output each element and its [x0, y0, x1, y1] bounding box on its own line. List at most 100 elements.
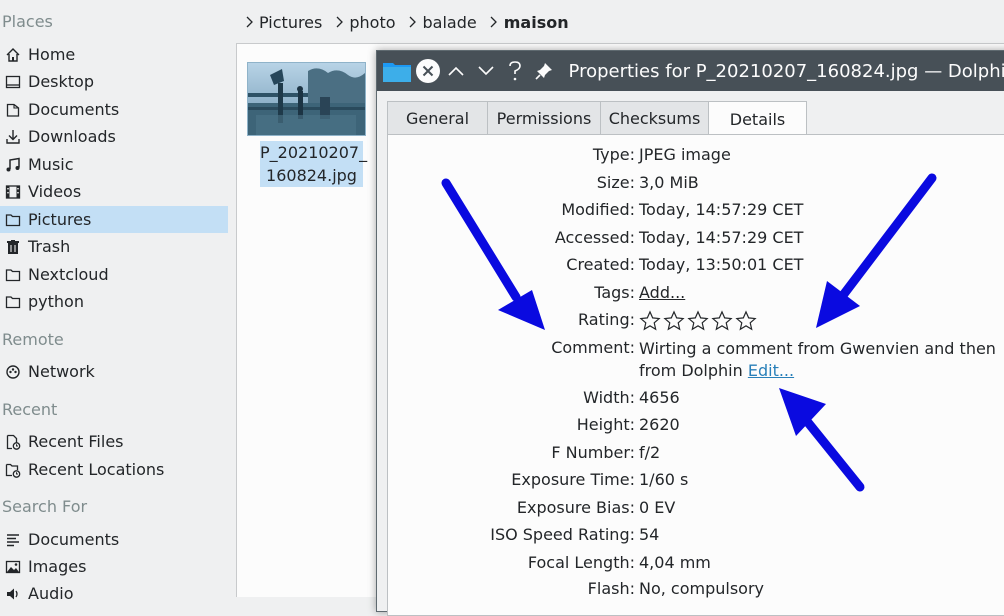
sidebar-item-label: Images — [28, 557, 87, 576]
sidebar-item-network[interactable]: Network — [0, 358, 228, 385]
property-label: Tags: — [594, 283, 635, 302]
property-value: Today, 13:50:01 CET — [639, 255, 804, 274]
file-name-label[interactable]: P_20210207_ 160824.jpg — [260, 141, 367, 187]
property-value: 3,0 MiB — [639, 173, 699, 192]
edit-comment-link[interactable]: Edit... — [748, 361, 794, 380]
places-panel: Places Home Desktop Documents Downloads … — [0, 0, 236, 603]
sidebar-item-label: Pictures — [28, 210, 92, 229]
property-label: Accessed: — [554, 228, 635, 247]
breadcrumb-item-pictures[interactable]: Pictures — [259, 13, 322, 32]
sidebar-item-videos[interactable]: Videos — [0, 178, 228, 205]
sidebar-item-desktop[interactable]: Desktop — [0, 68, 228, 95]
text-document-icon — [5, 532, 21, 548]
property-label: Exposure Time: — [511, 470, 635, 489]
recent-section-title: Recent — [2, 400, 58, 419]
sidebar-item-home[interactable]: Home — [0, 41, 228, 68]
sidebar-item-label: Documents — [28, 100, 120, 119]
property-row-flash: Flash: No, compulsory — [376, 579, 1004, 603]
sidebar-item-music[interactable]: Music — [0, 151, 228, 178]
sidebar-item-label: Home — [28, 45, 76, 64]
property-row-fnumber: F Number: f/2 — [376, 443, 1004, 467]
property-row-type: Type: JPEG image — [376, 145, 1004, 169]
sidebar-item-search-images[interactable]: Images — [0, 553, 228, 580]
sidebar-item-label: Recent Files — [28, 432, 124, 451]
sidebar-item-label: Documents — [28, 530, 120, 549]
sidebar-item-python[interactable]: python — [0, 288, 228, 315]
property-label: Focal Length: — [527, 553, 635, 572]
property-row-exposure-bias: Exposure Bias: 0 EV — [376, 498, 1004, 522]
property-value: 2620 — [639, 415, 680, 434]
property-row-rating: Rating: — [376, 310, 1004, 334]
property-value: 1/60 s — [639, 470, 689, 489]
add-tags-link[interactable]: Add... — [639, 283, 685, 302]
sidebar-item-label: Audio — [28, 584, 74, 603]
places-section-title: Places — [2, 12, 53, 31]
property-row-created: Created: Today, 13:50:01 CET — [376, 255, 1004, 279]
property-value: Wirting a comment from Gwenvien and then… — [639, 338, 996, 382]
property-value: 0 EV — [639, 498, 676, 517]
star-icon[interactable] — [639, 310, 661, 332]
property-label: Size: — [596, 173, 635, 192]
property-label: Flash: — [587, 579, 635, 598]
sidebar-item-downloads[interactable]: Downloads — [0, 123, 228, 150]
sidebar-item-label: Network — [28, 362, 95, 381]
videos-icon — [5, 184, 21, 200]
property-row-focal-length: Focal Length: 4,04 mm — [376, 553, 1004, 577]
chevron-right-icon — [240, 8, 257, 36]
downloads-icon — [5, 129, 21, 145]
property-value: 4656 — [639, 388, 680, 407]
music-icon — [5, 157, 21, 173]
properties-list: Type: JPEG image Size: 3,0 MiB Modified:… — [376, 0, 1004, 598]
sidebar-item-search-audio[interactable]: Audio — [0, 580, 228, 607]
sidebar-item-trash[interactable]: Trash — [0, 233, 228, 260]
property-label: Modified: — [561, 200, 635, 219]
sidebar-item-label: python — [28, 292, 84, 311]
property-row-size: Size: 3,0 MiB — [376, 173, 1004, 197]
sidebar-item-label: Nextcloud — [28, 265, 109, 284]
star-icon[interactable] — [663, 310, 685, 332]
comment-text-line: from Dolphin — [639, 361, 743, 380]
star-icon[interactable] — [711, 310, 733, 332]
property-row-iso: ISO Speed Rating: 54 — [376, 525, 1004, 549]
property-value: JPEG image — [639, 145, 731, 164]
documents-icon — [5, 102, 21, 118]
folder-icon — [5, 294, 21, 310]
file-name-line: 160824.jpg — [266, 166, 357, 185]
property-row-exposure-time: Exposure Time: 1/60 s — [376, 470, 1004, 494]
sidebar-item-recent-locations[interactable]: Recent Locations — [0, 456, 228, 483]
star-icon[interactable] — [735, 310, 757, 332]
property-value: Today, 14:57:29 CET — [639, 228, 804, 247]
property-row-tags: Tags: Add... — [376, 283, 1004, 307]
sidebar-item-search-documents[interactable]: Documents — [0, 526, 228, 553]
sidebar-item-label: Desktop — [28, 72, 94, 91]
image-icon — [5, 559, 21, 575]
rating-stars[interactable] — [639, 309, 759, 333]
property-label: Comment: — [551, 338, 635, 357]
property-label: F Number: — [551, 443, 635, 462]
sidebar-item-nextcloud[interactable]: Nextcloud — [0, 261, 228, 288]
property-row-height: Height: 2620 — [376, 415, 1004, 439]
remote-section-title: Remote — [2, 330, 64, 349]
sidebar-item-label: Trash — [28, 237, 71, 256]
property-value: No, compulsory — [639, 579, 765, 598]
sidebar-item-pictures[interactable]: Pictures — [0, 206, 228, 233]
folder-icon — [5, 212, 21, 228]
audio-icon — [5, 586, 21, 602]
comment-text-line: Wirting a comment from Gwenvien and then — [639, 339, 996, 358]
property-value: 4,04 mm — [639, 553, 711, 572]
sidebar-item-label: Downloads — [28, 127, 116, 146]
sidebar-item-recent-files[interactable]: Recent Files — [0, 428, 228, 455]
file-thumbnail[interactable] — [247, 62, 366, 136]
property-row-width: Width: 4656 — [376, 388, 1004, 412]
folder-icon — [5, 267, 21, 283]
recent-files-icon — [5, 434, 21, 450]
sidebar-item-documents[interactable]: Documents — [0, 96, 228, 123]
home-icon — [5, 47, 21, 63]
property-row-modified: Modified: Today, 14:57:29 CET — [376, 200, 1004, 224]
property-row-comment: Comment: Wirting a comment from Gwenvien… — [376, 338, 1004, 384]
trash-icon — [5, 239, 21, 255]
chevron-right-icon — [330, 8, 347, 36]
star-icon[interactable] — [687, 310, 709, 332]
property-label: Exposure Bias: — [516, 498, 635, 517]
property-value: f/2 — [639, 443, 661, 462]
